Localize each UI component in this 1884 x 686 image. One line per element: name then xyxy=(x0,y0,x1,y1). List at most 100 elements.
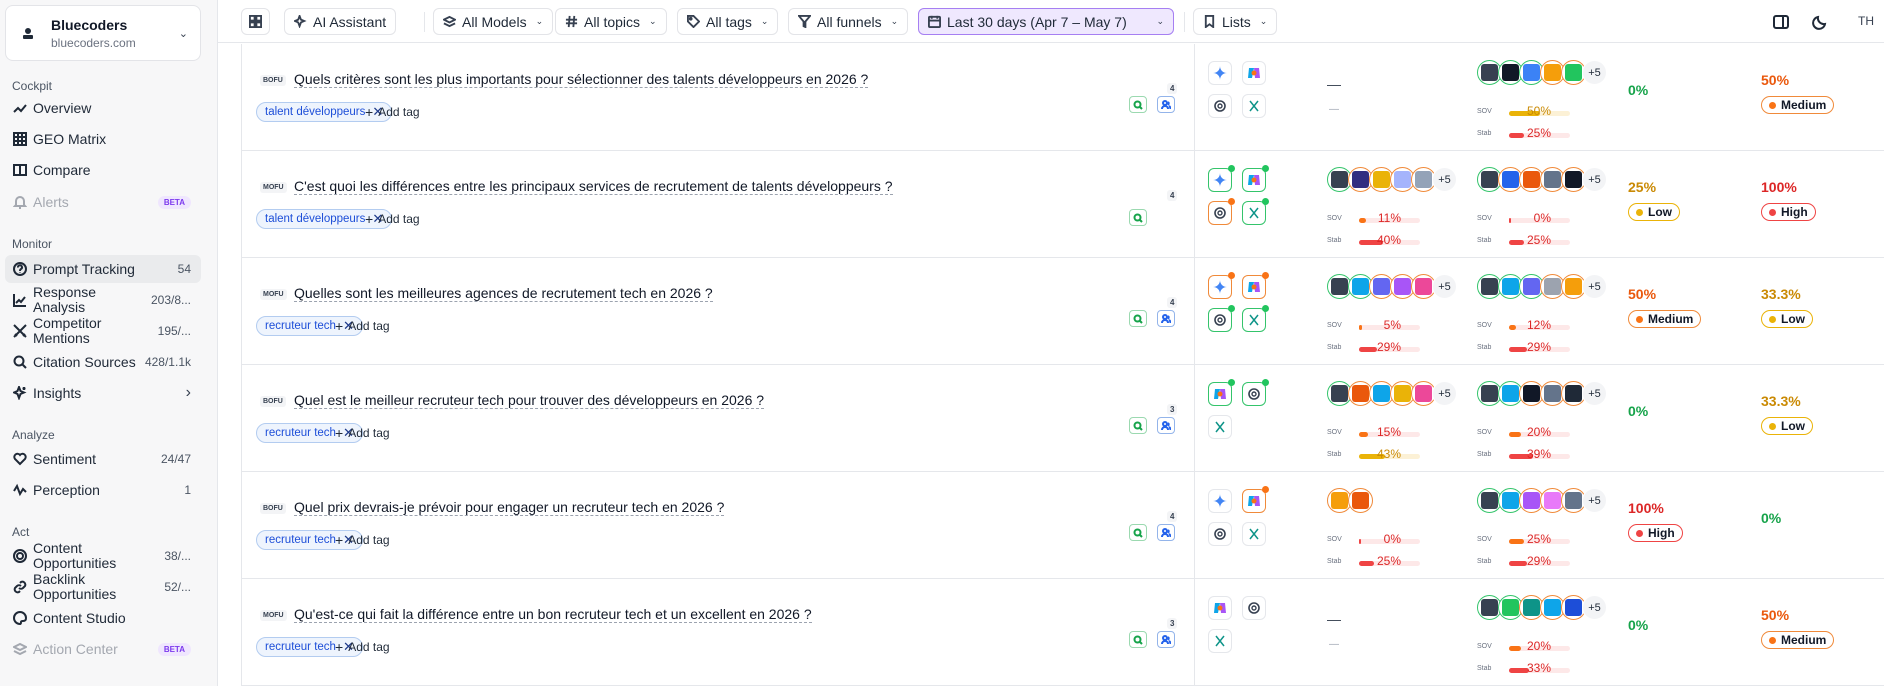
prompt-question[interactable]: Quel prix devrais-je prévoir pour engage… xyxy=(294,500,725,516)
search-responses-button[interactable] xyxy=(1129,417,1147,434)
add-tag-button[interactable]: + Add tag xyxy=(329,316,396,336)
search-responses-button[interactable] xyxy=(1129,96,1147,113)
favicon-inner xyxy=(1331,171,1348,188)
response-count: 4 xyxy=(1167,83,1178,94)
favicon-inner xyxy=(1394,171,1411,188)
sidebar-item-sentiment[interactable]: Sentiment 24/47 xyxy=(5,445,201,473)
brand-empty-sub: — xyxy=(1329,639,1339,650)
sov-label: SOV xyxy=(1477,108,1492,115)
chevron-down-icon: ⌄ xyxy=(649,16,657,26)
level-label: Low xyxy=(1781,419,1805,433)
competitor-stab-value: 29% xyxy=(1526,554,1551,568)
level-label: High xyxy=(1648,526,1675,540)
sidebar-item-insights[interactable]: Insights › xyxy=(5,379,201,407)
grid-icon xyxy=(5,132,33,146)
grok-engine-icon xyxy=(1242,94,1266,118)
favicon-inner xyxy=(1502,278,1519,295)
more-sources-count[interactable]: +5 xyxy=(1582,595,1607,620)
favicon-inner xyxy=(1523,278,1540,295)
users-button[interactable] xyxy=(1157,96,1175,113)
tags-filter[interactable]: All tags ⌄ xyxy=(677,8,779,35)
response-count: 4 xyxy=(1167,190,1178,201)
prompt-question[interactable]: Quel est le meilleur recruteur tech pour… xyxy=(294,393,765,409)
table-row: BOFU Quel prix devrais-je prévoir pour en… xyxy=(241,472,1884,579)
sidebar-item-compare[interactable]: Compare xyxy=(5,156,201,184)
prompt-question[interactable]: Quels critères sont les plus importants … xyxy=(294,72,869,88)
more-sources-count[interactable]: +5 xyxy=(1582,381,1607,406)
topics-filter[interactable]: All topics ⌄ xyxy=(555,8,667,35)
lists-filter[interactable]: Lists ⌄ xyxy=(1193,8,1278,35)
m1-level-badge: Low xyxy=(1628,203,1680,221)
search-icon xyxy=(1133,635,1143,645)
brand-stab-value: 40% xyxy=(1376,233,1401,247)
funnels-filter[interactable]: All funnels ⌄ xyxy=(788,8,909,35)
prompt-question[interactable]: C'est quoi les différences entre les pri… xyxy=(294,179,893,195)
brand-stab-value: 43% xyxy=(1376,447,1401,461)
search-icon xyxy=(1133,100,1143,110)
sidebar-item-overview[interactable]: Overview xyxy=(5,94,201,122)
search-responses-button[interactable] xyxy=(1129,310,1147,327)
topics-filter-label: All topics xyxy=(584,13,641,30)
brand-sov-value: 11% xyxy=(1377,211,1401,225)
date-range-picker[interactable]: Last 30 days (Apr 7 – May 7) ⌄ xyxy=(918,8,1174,35)
sidebar-item-count: 52/... xyxy=(164,580,191,594)
search-responses-button[interactable] xyxy=(1129,209,1147,226)
sidebar-item-backlink-opportunities[interactable]: Backlink Opportunities 52/... xyxy=(5,572,201,602)
sidebar-item-perception[interactable]: Perception 1 xyxy=(5,476,201,504)
more-sources-count[interactable]: +5 xyxy=(1432,167,1457,192)
layout-toggle-button[interactable] xyxy=(241,8,270,35)
plus-icon: + xyxy=(335,318,344,334)
users-button[interactable] xyxy=(1157,417,1175,434)
sidebar-item-response-analysis[interactable]: Response Analysis 203/8... xyxy=(5,285,201,315)
sidebar-item-content-opportunities[interactable]: Content Opportunities 38/... xyxy=(5,541,201,571)
favicon-inner xyxy=(1373,171,1390,188)
more-sources-count[interactable]: +5 xyxy=(1582,274,1607,299)
add-tag-button[interactable]: + Add tag xyxy=(329,637,396,657)
funnel-badge: BOFU xyxy=(260,75,286,86)
models-filter[interactable]: All Models ⌄ xyxy=(433,8,554,35)
prompt-question[interactable]: Qu'est-ce qui fait la différence entre u… xyxy=(294,607,812,623)
more-sources-count[interactable]: +5 xyxy=(1432,381,1457,406)
moon-icon[interactable] xyxy=(1812,14,1828,30)
sidebar-item-label: Content Studio xyxy=(33,609,126,626)
level-label: Medium xyxy=(1781,98,1827,112)
sidebar-item-citation-sources[interactable]: Citation Sources 428/1.1k xyxy=(5,348,201,376)
add-tag-button[interactable]: + Add tag xyxy=(359,209,426,229)
search-responses-button[interactable] xyxy=(1129,524,1147,541)
prompt-question[interactable]: Quelles sont les meilleures agences de r… xyxy=(294,286,713,302)
trend-icon xyxy=(5,101,33,115)
users-button[interactable] xyxy=(1157,310,1175,327)
m2-level-badge: Low xyxy=(1761,310,1813,328)
stab-label: Stab xyxy=(1477,344,1492,351)
chevron-down-icon: ⌄ xyxy=(1259,16,1268,26)
add-tag-button[interactable]: + Add tag xyxy=(359,102,426,122)
add-tag-button[interactable]: + Add tag xyxy=(329,530,396,550)
avatar[interactable]: TH xyxy=(1858,14,1874,28)
favicon-inner xyxy=(1373,278,1390,295)
status-dot xyxy=(1228,165,1235,172)
table-row: BOFU Quel est le meilleur recruteur tech … xyxy=(241,365,1884,472)
tag-icon xyxy=(687,15,700,28)
more-sources-count[interactable]: +5 xyxy=(1582,60,1607,85)
layout-grid-icon xyxy=(249,15,262,28)
users-button[interactable] xyxy=(1157,524,1175,541)
sidebar-item-prompt-tracking[interactable]: Prompt Tracking 54 xyxy=(5,255,201,283)
m2-percentage: 50% xyxy=(1761,607,1790,623)
sidebar-item-competitor-mentions[interactable]: Competitor Mentions 195/... xyxy=(5,316,201,346)
ai-assistant-button[interactable]: AI Assistant xyxy=(284,8,397,35)
sidebar-item-action-center[interactable]: Action Center BETA xyxy=(5,635,201,663)
sidebar-item-content-studio[interactable]: Content Studio xyxy=(5,604,201,632)
more-sources-count[interactable]: +5 xyxy=(1582,488,1607,513)
gemini-engine-icon xyxy=(1208,272,1235,299)
m2-percentage: 0% xyxy=(1761,510,1782,526)
search-responses-button[interactable] xyxy=(1129,631,1147,648)
add-tag-button[interactable]: + Add tag xyxy=(329,423,396,443)
more-sources-count[interactable]: +5 xyxy=(1432,274,1457,299)
more-sources-count[interactable]: +5 xyxy=(1582,167,1607,192)
users-button[interactable] xyxy=(1157,631,1175,648)
sidebar-item-geo-matrix[interactable]: GEO Matrix xyxy=(5,125,201,153)
panel-toggle-icon[interactable] xyxy=(1773,14,1789,30)
sidebar-item-alerts[interactable]: Alerts BETA xyxy=(5,188,201,216)
workspace-switcher[interactable]: Bluecoders bluecoders.com ⌄ xyxy=(5,5,201,61)
add-tag-label: Add tag xyxy=(348,640,390,654)
